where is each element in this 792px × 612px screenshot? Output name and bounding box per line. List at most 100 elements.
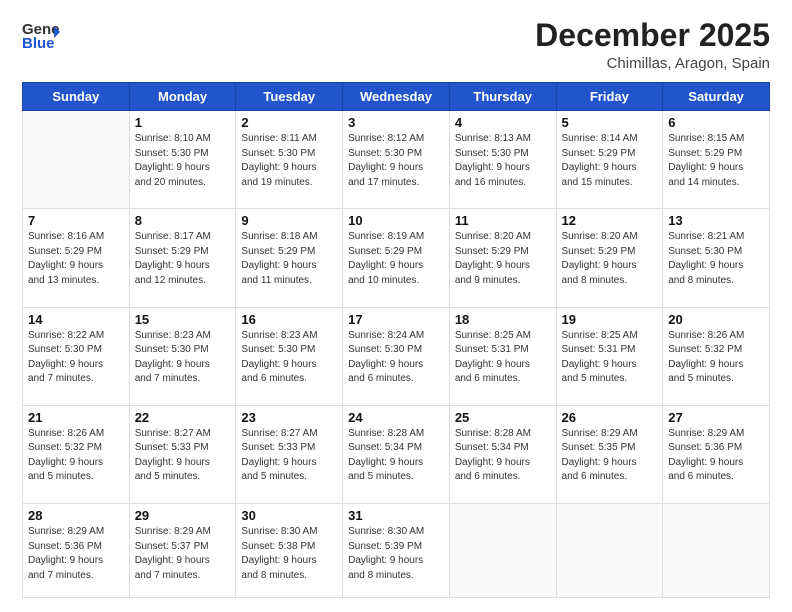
table-row [556,504,663,598]
cell-content: Sunrise: 8:17 AM Sunset: 5:29 PM Dayligh… [135,230,231,288]
table-row: 16Sunrise: 8:23 AM Sunset: 5:30 PM Dayli… [236,307,343,405]
day-number: 6 [668,115,764,130]
table-row: 8 Sunrise: 8:17 AM Sunset: 5:29 PM Daylig… [129,209,236,307]
day-number: 1 [135,115,231,130]
day-number: 8 [135,213,231,228]
table-row [23,111,130,209]
cell-content: Sunrise: 8:11 AM Sunset: 5:30 PM Dayligh… [241,132,337,190]
cell-content: Sunrise: 8:20 AM Sunset: 5:29 PM Dayligh… [455,230,551,288]
cell-content: Sunrise: 8:28 AM Sunset: 5:34 PM Dayligh… [455,427,551,485]
day-number: 5 [562,115,658,130]
day-number: 3 [348,115,444,130]
day-number: 4 [455,115,551,130]
cell-content: Sunrise: 8:29 AM Sunset: 5:36 PM Dayligh… [28,525,124,583]
cell-content: Sunrise: 8:29 AM Sunset: 5:35 PM Dayligh… [562,427,658,485]
table-row: 1 Sunrise: 8:10 AM Sunset: 5:30 PM Daylig… [129,111,236,209]
table-row: 15Sunrise: 8:23 AM Sunset: 5:30 PM Dayli… [129,307,236,405]
table-row: 12Sunrise: 8:20 AM Sunset: 5:29 PM Dayli… [556,209,663,307]
table-row: 27 Sunrise: 8:29 AM Sunset: 5:36 PM Dayli… [663,405,770,503]
cell-content: Sunrise: 8:16 AM Sunset: 5:29 PM Dayligh… [28,230,124,288]
cell-content: Sunrise: 8:25 AM Sunset: 5:31 PM Dayligh… [455,329,551,387]
cell-content: Sunrise: 8:29 AM Sunset: 5:37 PM Dayligh… [135,525,231,583]
day-number: 24 [348,410,444,425]
table-row: 4 Sunrise: 8:13 AM Sunset: 5:30 PM Daylig… [449,111,556,209]
svg-text:Blue: Blue [22,35,55,50]
table-row: 26 Sunrise: 8:29 AM Sunset: 5:35 PM Dayli… [556,405,663,503]
table-row: 5 Sunrise: 8:14 AM Sunset: 5:29 PM Daylig… [556,111,663,209]
cell-content: Sunrise: 8:26 AM Sunset: 5:32 PM Dayligh… [668,329,764,387]
cell-content: Sunrise: 8:14 AM Sunset: 5:29 PM Dayligh… [562,132,658,190]
day-number: 18 [455,312,551,327]
day-number: 19 [562,312,658,327]
day-number: 22 [135,410,231,425]
day-number: 25 [455,410,551,425]
table-row: 3Sunrise: 8:12 AM Sunset: 5:30 PM Daylig… [343,111,450,209]
cell-content: Sunrise: 8:27 AM Sunset: 5:33 PM Dayligh… [135,427,231,485]
day-number: 11 [455,213,551,228]
table-row: 22 Sunrise: 8:27 AM Sunset: 5:33 PM Dayli… [129,405,236,503]
col-monday: Monday [129,83,236,111]
table-row: 18 Sunrise: 8:25 AM Sunset: 5:31 PM Dayli… [449,307,556,405]
table-row: 23 Sunrise: 8:27 AM Sunset: 5:33 PM Dayli… [236,405,343,503]
cell-content: Sunrise: 8:18 AM Sunset: 5:29 PM Dayligh… [241,230,337,288]
cell-content: Sunrise: 8:10 AM Sunset: 5:30 PM Dayligh… [135,132,231,190]
day-number: 23 [241,410,337,425]
day-number: 17 [348,312,444,327]
day-number: 21 [28,410,124,425]
cell-content: Sunrise: 8:13 AM Sunset: 5:30 PM Dayligh… [455,132,551,190]
cell-content: Sunrise: 8:22 AM Sunset: 5:30 PM Dayligh… [28,329,124,387]
day-number: 2 [241,115,337,130]
col-saturday: Saturday [663,83,770,111]
day-number: 20 [668,312,764,327]
cell-content: Sunrise: 8:25 AM Sunset: 5:31 PM Dayligh… [562,329,658,387]
table-row [663,504,770,598]
day-number: 31 [348,508,444,523]
day-number: 29 [135,508,231,523]
table-row: 24 Sunrise: 8:28 AM Sunset: 5:34 PM Dayli… [343,405,450,503]
table-row: 20 Sunrise: 8:26 AM Sunset: 5:32 PM Dayli… [663,307,770,405]
col-wednesday: Wednesday [343,83,450,111]
cell-content: Sunrise: 8:28 AM Sunset: 5:34 PM Dayligh… [348,427,444,485]
cell-content: Sunrise: 8:27 AM Sunset: 5:33 PM Dayligh… [241,427,337,485]
table-row: 29 Sunrise: 8:29 AM Sunset: 5:37 PM Dayli… [129,504,236,598]
cell-content: Sunrise: 8:21 AM Sunset: 5:30 PM Dayligh… [668,230,764,288]
day-number: 10 [348,213,444,228]
day-number: 28 [28,508,124,523]
logo: General Blue [22,18,60,50]
days-header-row: Sunday Monday Tuesday Wednesday Thursday… [23,83,770,111]
table-row: 7 Sunrise: 8:16 AM Sunset: 5:29 PM Daylig… [23,209,130,307]
month-title: December 2025 [535,18,770,53]
day-number: 7 [28,213,124,228]
table-row: 31 Sunrise: 8:30 AM Sunset: 5:39 PM Dayli… [343,504,450,598]
cell-content: Sunrise: 8:23 AM Sunset: 5:30 PM Dayligh… [241,329,337,387]
cell-content: Sunrise: 8:30 AM Sunset: 5:39 PM Dayligh… [348,525,444,583]
day-number: 14 [28,312,124,327]
cell-content: Sunrise: 8:19 AM Sunset: 5:29 PM Dayligh… [348,230,444,288]
table-row [449,504,556,598]
table-row: 30Sunrise: 8:30 AM Sunset: 5:38 PM Dayli… [236,504,343,598]
col-sunday: Sunday [23,83,130,111]
day-number: 27 [668,410,764,425]
table-row: 17Sunrise: 8:24 AM Sunset: 5:30 PM Dayli… [343,307,450,405]
table-row: 9 Sunrise: 8:18 AM Sunset: 5:29 PM Daylig… [236,209,343,307]
logo-icon: General Blue [22,18,60,50]
table-row: 25 Sunrise: 8:28 AM Sunset: 5:34 PM Dayli… [449,405,556,503]
table-row: 13Sunrise: 8:21 AM Sunset: 5:30 PM Dayli… [663,209,770,307]
title-block: December 2025 Chimillas, Aragon, Spain [535,18,770,72]
day-number: 26 [562,410,658,425]
calendar-table: Sunday Monday Tuesday Wednesday Thursday… [22,82,770,598]
table-row: 19 Sunrise: 8:25 AM Sunset: 5:31 PM Dayli… [556,307,663,405]
cell-content: Sunrise: 8:15 AM Sunset: 5:29 PM Dayligh… [668,132,764,190]
cell-content: Sunrise: 8:29 AM Sunset: 5:36 PM Dayligh… [668,427,764,485]
table-row: 14 Sunrise: 8:22 AM Sunset: 5:30 PM Dayli… [23,307,130,405]
table-row: 21Sunrise: 8:26 AM Sunset: 5:32 PM Dayli… [23,405,130,503]
page: General Blue December 2025 Chimillas, Ar… [0,0,792,612]
day-number: 12 [562,213,658,228]
day-number: 9 [241,213,337,228]
header: General Blue December 2025 Chimillas, Ar… [22,18,770,72]
table-row: 6 Sunrise: 8:15 AM Sunset: 5:29 PM Daylig… [663,111,770,209]
table-row: 10 Sunrise: 8:19 AM Sunset: 5:29 PM Dayli… [343,209,450,307]
cell-content: Sunrise: 8:23 AM Sunset: 5:30 PM Dayligh… [135,329,231,387]
location: Chimillas, Aragon, Spain [535,55,770,72]
day-number: 30 [241,508,337,523]
